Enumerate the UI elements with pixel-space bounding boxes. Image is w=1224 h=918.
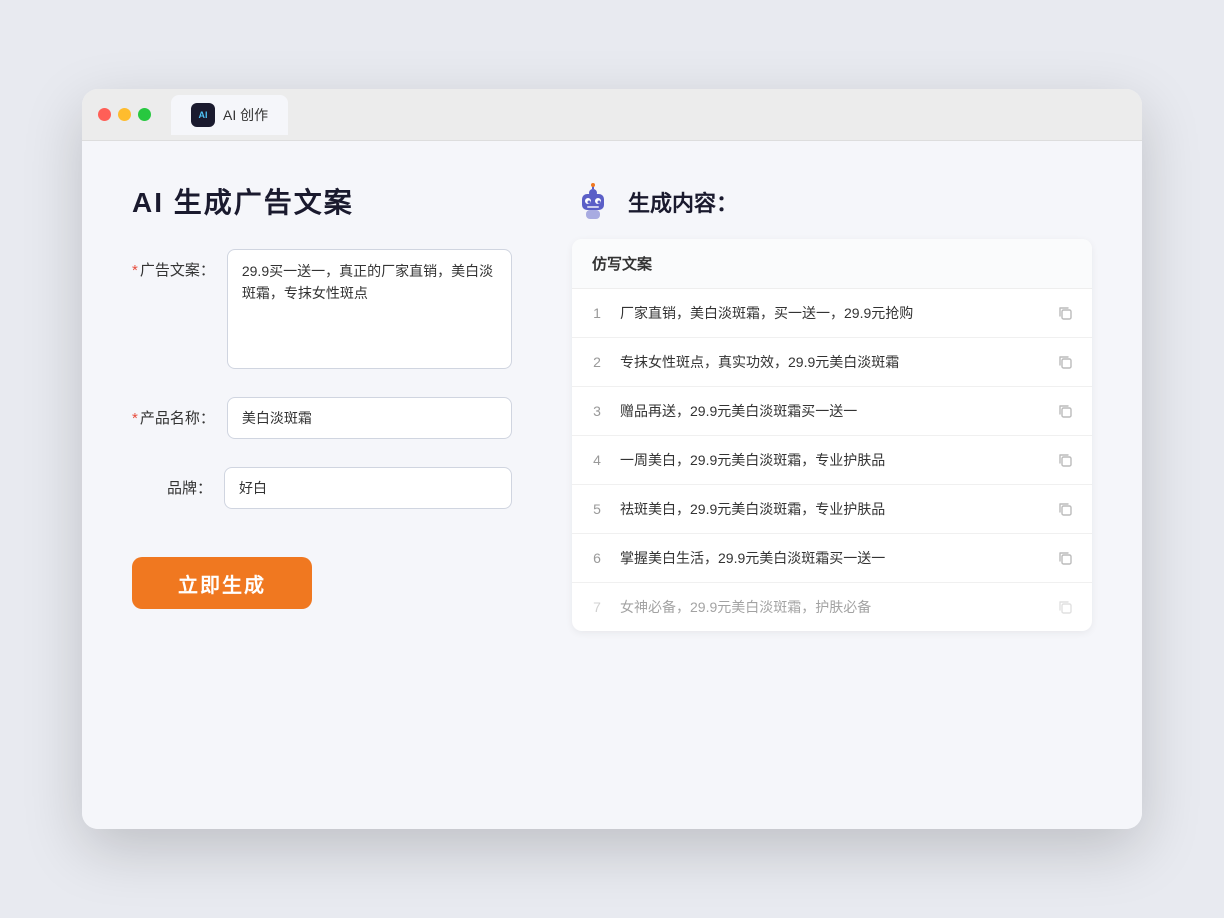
product-name-label: *产品名称： xyxy=(132,397,215,428)
table-row: 7 女神必备，29.9元美白淡斑霜，护肤必备 xyxy=(572,583,1092,631)
right-panel-title: 生成内容： xyxy=(628,186,738,218)
product-name-input[interactable] xyxy=(227,397,512,439)
right-panel: 生成内容： 仿写文案 1 厂家直销，美白淡斑霜，买一送一，29.9元抢购 2 专… xyxy=(572,181,1092,789)
results-list: 1 厂家直销，美白淡斑霜，买一送一，29.9元抢购 2 专抹女性斑点，真实功效，… xyxy=(572,289,1092,631)
required-star-product: * xyxy=(132,410,138,427)
required-star-ad: * xyxy=(132,262,138,279)
ad-copy-group: *广告文案： 29.9买一送一，真正的厂家直销，美白淡斑霜，专抹女性斑点 xyxy=(132,249,512,369)
copy-icon[interactable] xyxy=(1054,400,1076,422)
table-row: 6 掌握美白生活，29.9元美白淡斑霜买一送一 xyxy=(572,534,1092,583)
row-text: 厂家直销，美白淡斑霜，买一送一，29.9元抢购 xyxy=(620,303,1040,324)
row-text: 女神必备，29.9元美白淡斑霜，护肤必备 xyxy=(620,597,1040,618)
ai-logo-icon xyxy=(191,103,215,127)
table-row: 1 厂家直销，美白淡斑霜，买一送一，29.9元抢购 xyxy=(572,289,1092,338)
row-text: 掌握美白生活，29.9元美白淡斑霜买一送一 xyxy=(620,548,1040,569)
traffic-lights xyxy=(98,108,151,121)
row-text: 赠品再送，29.9元美白淡斑霜买一送一 xyxy=(620,401,1040,422)
row-number: 7 xyxy=(588,599,606,615)
right-header: 生成内容： xyxy=(572,181,1092,223)
title-bar: AI 创作 xyxy=(82,89,1142,141)
copy-icon[interactable] xyxy=(1054,351,1076,373)
copy-icon[interactable] xyxy=(1054,449,1076,471)
row-number: 1 xyxy=(588,305,606,321)
brand-input[interactable] xyxy=(224,467,512,509)
table-row: 4 一周美白，29.9元美白淡斑霜，专业护肤品 xyxy=(572,436,1092,485)
generate-button[interactable]: 立即生成 xyxy=(132,557,312,609)
close-button[interactable] xyxy=(98,108,111,121)
product-name-group: *产品名称： xyxy=(132,397,512,439)
table-row: 5 祛斑美白，29.9元美白淡斑霜，专业护肤品 xyxy=(572,485,1092,534)
copy-icon[interactable] xyxy=(1054,547,1076,569)
page-title: AI 生成广告文案 xyxy=(132,181,512,221)
left-panel: AI 生成广告文案 *广告文案： 29.9买一送一，真正的厂家直销，美白淡斑霜，… xyxy=(132,181,512,789)
table-row: 3 赠品再送，29.9元美白淡斑霜买一送一 xyxy=(572,387,1092,436)
browser-window: AI 创作 AI 生成广告文案 *广告文案： 29.9买一送一，真正的厂家直销，… xyxy=(82,89,1142,829)
row-number: 5 xyxy=(588,501,606,517)
minimize-button[interactable] xyxy=(118,108,131,121)
content-area: AI 生成广告文案 *广告文案： 29.9买一送一，真正的厂家直销，美白淡斑霜，… xyxy=(82,141,1142,829)
row-text: 专抹女性斑点，真实功效，29.9元美白淡斑霜 xyxy=(620,352,1040,373)
maximize-button[interactable] xyxy=(138,108,151,121)
copy-icon[interactable] xyxy=(1054,498,1076,520)
row-number: 3 xyxy=(588,403,606,419)
copy-icon[interactable] xyxy=(1054,302,1076,324)
row-number: 6 xyxy=(588,550,606,566)
tab-label: AI 创作 xyxy=(223,105,268,125)
robot-icon xyxy=(572,181,614,223)
ai-tab[interactable]: AI 创作 xyxy=(171,95,288,135)
row-text: 祛斑美白，29.9元美白淡斑霜，专业护肤品 xyxy=(620,499,1040,520)
copy-icon[interactable] xyxy=(1054,596,1076,618)
row-text: 一周美白，29.9元美白淡斑霜，专业护肤品 xyxy=(620,450,1040,471)
ad-copy-label: *广告文案： xyxy=(132,249,215,280)
brand-group: 品牌： xyxy=(132,467,512,509)
ad-copy-input[interactable]: 29.9买一送一，真正的厂家直销，美白淡斑霜，专抹女性斑点 xyxy=(227,249,512,369)
results-table: 仿写文案 1 厂家直销，美白淡斑霜，买一送一，29.9元抢购 2 专抹女性斑点，… xyxy=(572,239,1092,631)
row-number: 4 xyxy=(588,452,606,468)
brand-label: 品牌： xyxy=(132,467,212,498)
row-number: 2 xyxy=(588,354,606,370)
table-header: 仿写文案 xyxy=(572,239,1092,289)
table-row: 2 专抹女性斑点，真实功效，29.9元美白淡斑霜 xyxy=(572,338,1092,387)
